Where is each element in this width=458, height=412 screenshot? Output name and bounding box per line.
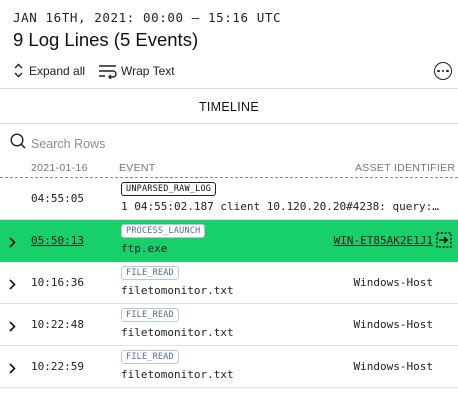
row-event: filetomonitor.txt xyxy=(121,284,234,297)
chevron-right-icon[interactable] xyxy=(9,277,16,295)
toolbar-divider xyxy=(0,88,458,89)
search-icon xyxy=(10,133,26,154)
row-time: 05:50:13 xyxy=(31,234,84,247)
row-event: ftp.exe xyxy=(121,242,168,255)
table-row[interactable]: 10:16:36 FILE_READ filetomonitor.txt Win… xyxy=(0,262,458,304)
asset-link[interactable]: WIN-ET85AK2E1J1 xyxy=(334,234,433,247)
chevron-right-icon[interactable] xyxy=(9,235,16,253)
wrap-text-button[interactable]: Wrap Text xyxy=(98,63,175,79)
chevron-right-icon[interactable] xyxy=(9,361,16,379)
column-header-asset: ASSET IDENTIFIER xyxy=(355,162,456,174)
event-type-badge: UNPARSED_RAW_LOG xyxy=(121,182,217,196)
page-title: 9 Log Lines (5 Events) xyxy=(13,29,199,50)
pivot-icon[interactable] xyxy=(436,232,452,253)
tab-divider xyxy=(0,123,458,124)
time-range: JAN 16TH, 2021: 00:00 – 15:16 UTC xyxy=(13,10,282,25)
row-asset: Windows-Host xyxy=(353,360,433,373)
row-time: 10:16:36 xyxy=(31,276,84,289)
row-event: filetomonitor.txt xyxy=(121,326,234,339)
row-time: 10:22:59 xyxy=(31,360,84,373)
tab-timeline[interactable]: TIMELINE xyxy=(0,100,458,114)
search-placeholder: Search Rows xyxy=(31,136,106,151)
row-asset: Windows-Host xyxy=(353,276,433,289)
expand-all-label: Expand all xyxy=(29,63,86,78)
row-event: 1 04:55:02.187 client 10.120.20.20#4238:… xyxy=(121,200,439,213)
search-input[interactable]: Search Rows xyxy=(10,133,105,154)
event-type-badge: FILE_READ xyxy=(121,350,179,364)
table-row[interactable]: 10:22:59 FILE_READ filetomonitor.txt Win… xyxy=(0,346,458,388)
row-time: 10:22:48 xyxy=(31,318,84,331)
table-row: 04:55:05 UNPARSED_RAW_LOG 1 04:55:02.187… xyxy=(0,178,458,220)
row-time: 04:55:05 xyxy=(31,192,84,205)
event-type-badge: FILE_READ xyxy=(121,266,179,280)
row-event: filetomonitor.txt xyxy=(121,368,234,381)
expand-icon xyxy=(14,63,23,78)
event-type-badge: PROCESS_LAUNCH xyxy=(121,224,206,238)
column-header-date: 2021-01-16 xyxy=(31,162,88,174)
event-type-badge: FILE_READ xyxy=(121,308,179,322)
row-asset: Windows-Host xyxy=(353,318,433,331)
toolbar: Expand all Wrap Text xyxy=(0,58,458,86)
expand-all-button[interactable]: Expand all xyxy=(14,63,85,78)
wrap-text-icon xyxy=(98,63,118,79)
chevron-right-icon[interactable] xyxy=(9,319,16,337)
table-row-selected[interactable]: 05:50:13 PROCESS_LAUNCH ftp.exe WIN-ET85… xyxy=(0,220,458,262)
table-row[interactable]: 10:22:48 FILE_READ filetomonitor.txt Win… xyxy=(0,304,458,346)
wrap-text-label: Wrap Text xyxy=(121,64,175,78)
column-header-event: EVENT xyxy=(119,162,156,174)
more-options-icon[interactable] xyxy=(434,62,452,80)
